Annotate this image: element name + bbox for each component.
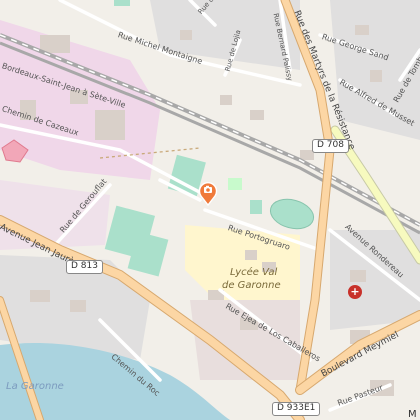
- marker-pin-shape: [198, 181, 218, 206]
- park-patch-3: [114, 0, 130, 6]
- shield-d708: D 708: [312, 139, 349, 153]
- map-view[interactable]: Rue Michel Montaigne Rue de Lalaurie Rue…: [0, 0, 420, 420]
- building: [95, 110, 125, 140]
- building: [220, 95, 232, 105]
- hospital-icon[interactable]: +: [348, 285, 362, 299]
- shield-d813: D 813: [66, 260, 103, 274]
- label-town-fragment: M: [408, 409, 417, 420]
- label-lycee-line1: Lycée Val: [230, 267, 278, 278]
- building: [245, 250, 257, 260]
- building: [30, 290, 50, 302]
- building: [350, 270, 366, 282]
- building: [70, 300, 86, 312]
- building: [355, 25, 369, 35]
- building: [250, 110, 264, 120]
- park-patch-2: [250, 200, 262, 214]
- building: [180, 30, 192, 40]
- building: [370, 70, 382, 82]
- park-patch-1: [228, 178, 242, 190]
- building: [40, 35, 70, 53]
- shield-d933e1: D 933E1: [272, 402, 321, 416]
- label-lycee-line2: de Garonne: [222, 280, 281, 291]
- label-la-garonne: La Garonne: [6, 381, 64, 392]
- camera-marker-icon[interactable]: [198, 180, 218, 206]
